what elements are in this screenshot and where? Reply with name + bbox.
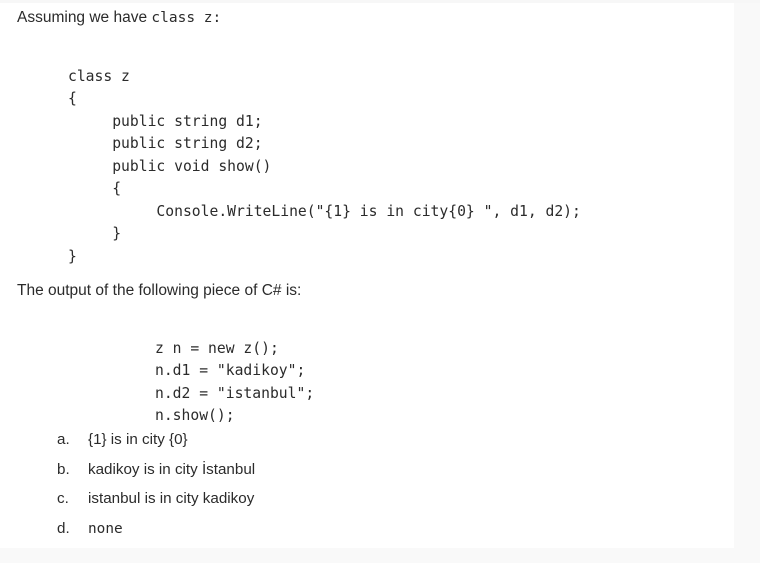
- answer-options-list: a. {1} is in city {0} b. kadikoy is in c…: [57, 431, 255, 549]
- question-sheet: Assuming we have class z: class z { publ…: [0, 3, 734, 548]
- intro-code-text: class z:: [151, 10, 222, 26]
- page-right-margin-strip: [734, 3, 760, 548]
- answer-option-d[interactable]: d. none: [57, 520, 255, 550]
- intro-prose-text: Assuming we have: [17, 9, 152, 26]
- answer-text-b: kadikoy is in city İstanbul: [88, 460, 256, 478]
- answer-text-a: {1} is in city {0}: [88, 431, 188, 448]
- usage-code-block: z n = new z(); n.d1 = "kadikoy"; n.d2 = …: [155, 339, 315, 425]
- answer-text-c: istanbul is in city kadikoy: [88, 490, 255, 507]
- answer-option-b[interactable]: b. kadikoy is in city İstanbul: [57, 461, 255, 491]
- answer-text-d: none: [88, 520, 123, 537]
- question-page: Assuming we have class z: class z { publ…: [0, 0, 760, 563]
- answer-label-b: b.: [57, 460, 70, 478]
- answer-label-a: a.: [57, 431, 70, 448]
- page-bottom-margin-strip: [0, 548, 760, 563]
- answer-option-c[interactable]: c. istanbul is in city kadikoy: [57, 490, 255, 520]
- intro-line: Assuming we have class z:: [17, 8, 221, 28]
- answer-option-a[interactable]: a. {1} is in city {0}: [57, 431, 255, 461]
- answer-label-c: c.: [57, 490, 69, 507]
- question-prompt-text: The output of the following piece of C# …: [17, 282, 302, 299]
- answer-label-d: d.: [57, 519, 70, 537]
- class-definition-code-block: class z { public string d1; public strin…: [68, 67, 581, 265]
